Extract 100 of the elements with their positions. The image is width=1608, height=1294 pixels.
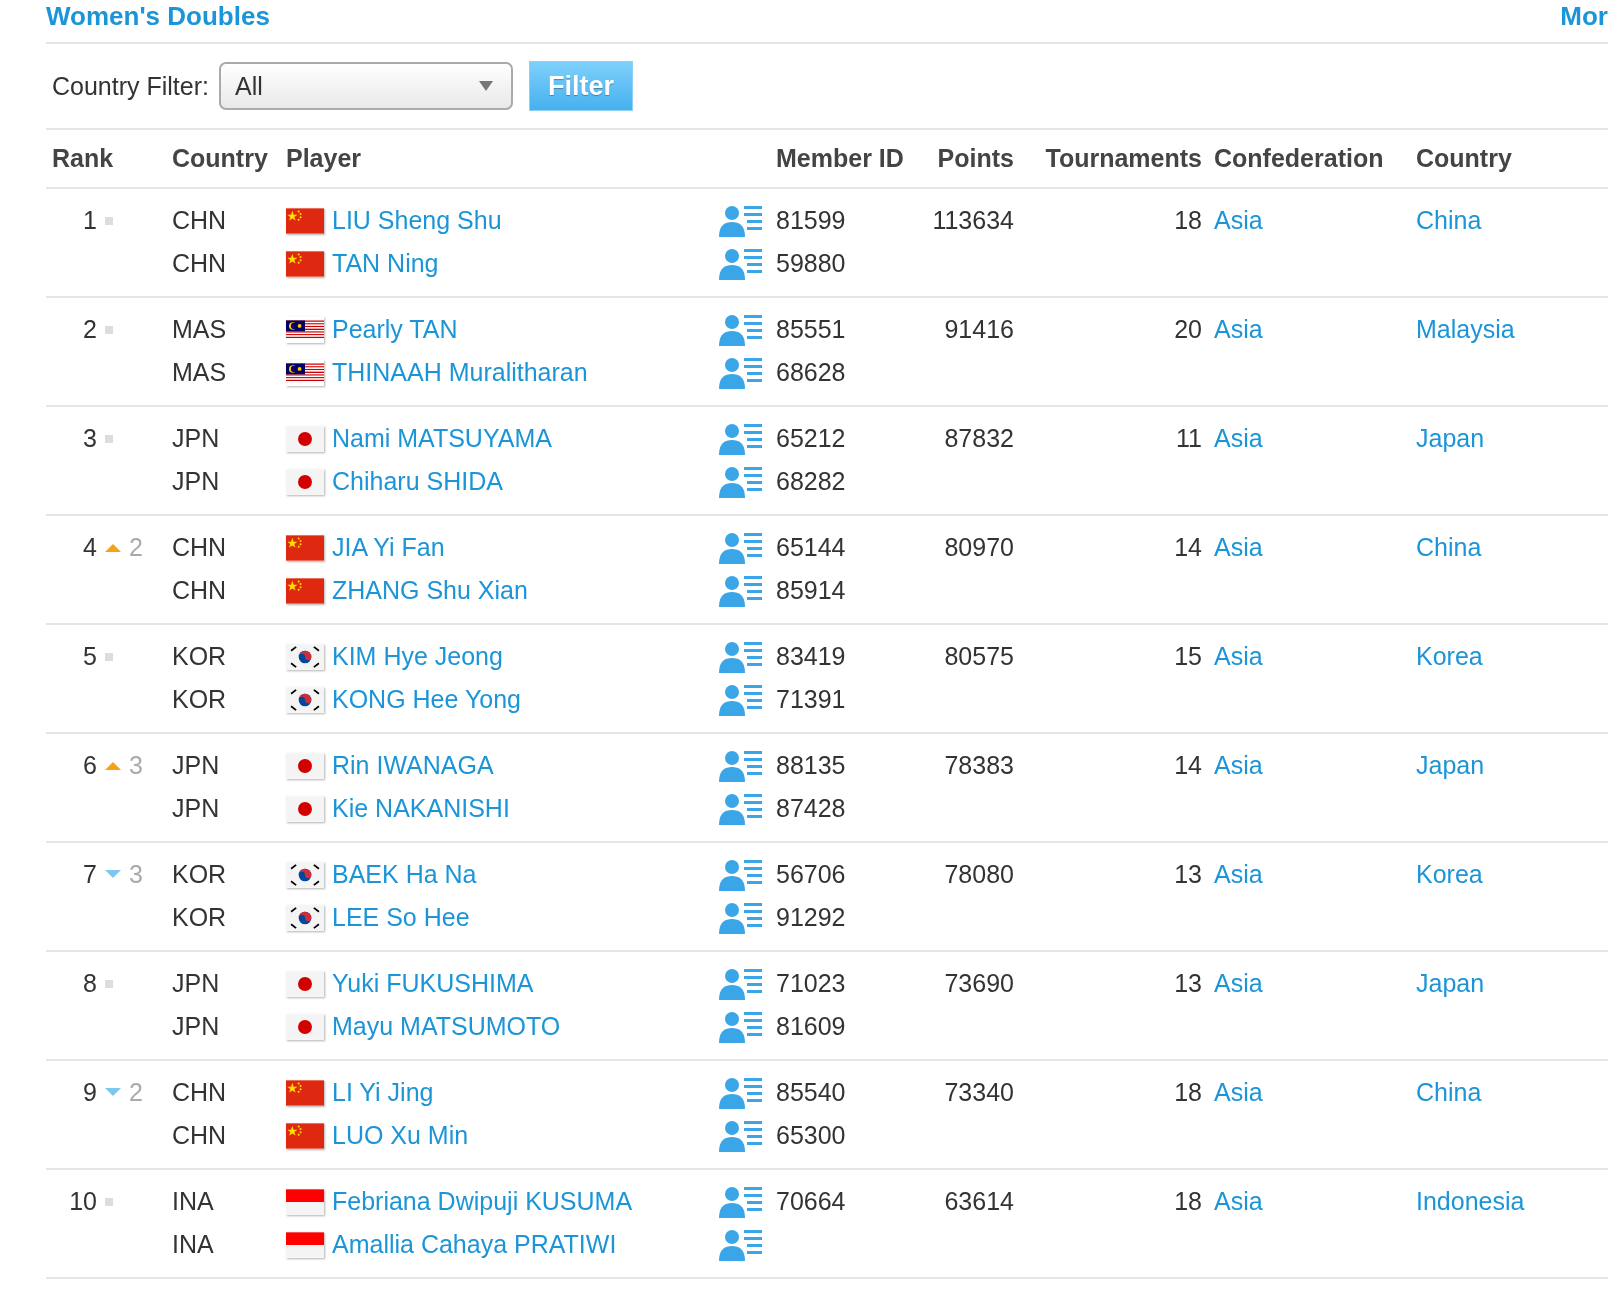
japan-flag-icon [286, 752, 324, 779]
column-header: Country [1415, 144, 1513, 173]
column-header: Member ID [775, 144, 905, 173]
player-link[interactable]: LEE So Hee [332, 903, 470, 932]
member-id: 70664 [776, 1187, 846, 1216]
confederation-link[interactable]: Asia [1214, 206, 1263, 235]
column-header: Player [285, 144, 363, 173]
country-code: MAS [172, 315, 227, 344]
column-header: Country [171, 144, 269, 173]
confederation-link[interactable]: Asia [1214, 642, 1263, 671]
country-code: KOR [172, 685, 227, 714]
points: 78080 [944, 860, 1014, 889]
player-link[interactable]: JIA Yi Fan [332, 533, 445, 562]
member-id: 83419 [776, 642, 846, 671]
member-id: 71023 [776, 969, 846, 998]
country-code: JPN [172, 794, 220, 823]
country-code: JPN [172, 751, 220, 780]
member-id: 88135 [776, 751, 846, 780]
japan-flag-icon [286, 1013, 324, 1040]
country-link[interactable]: Malaysia [1416, 315, 1515, 344]
rank-change: 3 [129, 751, 143, 780]
tournament-count: 20 [1174, 315, 1202, 344]
country-link[interactable]: Japan [1416, 751, 1485, 780]
points: 91416 [944, 315, 1014, 344]
korea-flag-icon [286, 904, 324, 931]
player-link[interactable]: Rin IWANAGA [332, 751, 494, 780]
tournament-count: 18 [1174, 1187, 1202, 1216]
rank-number: 6 [82, 751, 97, 780]
player-link[interactable]: Febriana Dwipuji KUSUMA [332, 1187, 633, 1216]
player-link[interactable]: LI Yi Jing [332, 1078, 434, 1107]
confederation-link[interactable]: Asia [1214, 1078, 1263, 1107]
player-link[interactable]: Amallia Cahaya PRATIWI [332, 1230, 617, 1259]
player-link[interactable]: LIU Sheng Shu [332, 206, 502, 235]
country-link[interactable]: Japan [1416, 969, 1485, 998]
country-code: MAS [172, 358, 227, 387]
indonesia-flag-icon [286, 1188, 324, 1215]
section-title[interactable]: Women's Doubles [46, 0, 270, 32]
country-link[interactable]: Indonesia [1416, 1187, 1525, 1216]
points: 73690 [944, 969, 1014, 998]
player-link[interactable]: THINAAH Muralitharan [332, 358, 588, 387]
country-select[interactable]: All [219, 62, 513, 110]
player-link[interactable]: KIM Hye Jeong [332, 642, 503, 671]
player-link[interactable]: Nami MATSUYAMA [332, 424, 552, 453]
player-link[interactable]: Pearly TAN [332, 315, 458, 344]
player-link[interactable]: TAN Ning [332, 249, 439, 278]
confederation-link[interactable]: Asia [1214, 315, 1263, 344]
country-link[interactable]: China [1416, 1078, 1482, 1107]
country-link[interactable]: Korea [1416, 860, 1483, 889]
country-code: CHN [172, 533, 227, 562]
filter-label: Country Filter: [52, 71, 209, 101]
filter-button[interactable]: Filter [529, 61, 633, 111]
member-id: 65300 [776, 1121, 846, 1150]
player-link[interactable]: Yuki FUKUSHIMA [332, 969, 534, 998]
china-flag-icon [286, 577, 324, 604]
confederation-link[interactable]: Asia [1214, 751, 1263, 780]
player-link[interactable]: Chiharu SHIDA [332, 467, 503, 496]
column-header: Rank [51, 144, 115, 173]
country-code: CHN [172, 1121, 227, 1150]
column-header: Confederation [1213, 144, 1385, 173]
country-link[interactable]: Japan [1416, 424, 1485, 453]
player-link[interactable]: KONG Hee Yong [332, 685, 521, 714]
player-link[interactable]: BAEK Ha Na [332, 860, 477, 889]
country-link[interactable]: Korea [1416, 642, 1483, 671]
confederation-link[interactable]: Asia [1214, 424, 1263, 453]
korea-flag-icon [286, 643, 324, 670]
country-code: CHN [172, 576, 227, 605]
player-link[interactable]: LUO Xu Min [332, 1121, 469, 1150]
column-header: Points [936, 144, 1015, 173]
member-id: 85914 [776, 576, 846, 605]
points: 73340 [944, 1078, 1014, 1107]
rank-number: 2 [82, 315, 97, 344]
tournament-count: 18 [1174, 206, 1202, 235]
tournament-count: 18 [1174, 1078, 1202, 1107]
member-id: 85540 [776, 1078, 846, 1107]
confederation-link[interactable]: Asia [1214, 969, 1263, 998]
korea-flag-icon [286, 686, 324, 713]
china-flag-icon [286, 534, 324, 561]
country-link[interactable]: China [1416, 206, 1482, 235]
rank-number: 3 [82, 424, 97, 453]
player-link[interactable]: Mayu MATSUMOTO [332, 1012, 561, 1041]
rank-number: 8 [82, 969, 97, 998]
rank-change: 2 [129, 1078, 143, 1107]
points: 78383 [944, 751, 1014, 780]
player-link[interactable]: ZHANG Shu Xian [332, 576, 528, 605]
japan-flag-icon [286, 425, 324, 452]
confederation-link[interactable]: Asia [1214, 1187, 1263, 1216]
country-code: CHN [172, 249, 227, 278]
rank-change: 2 [129, 533, 143, 562]
country-link[interactable]: China [1416, 533, 1482, 562]
points: 80575 [944, 642, 1014, 671]
player-link[interactable]: Kie NAKANISHI [332, 794, 510, 823]
member-id: 65144 [776, 533, 846, 562]
confederation-link[interactable]: Asia [1214, 860, 1263, 889]
china-flag-icon [286, 1122, 324, 1149]
tournament-count: 14 [1174, 533, 1202, 562]
points: 113634 [932, 206, 1014, 235]
country-code: KOR [172, 860, 227, 889]
more-link[interactable]: Mor [1560, 0, 1608, 32]
member-id: 56706 [776, 860, 846, 889]
confederation-link[interactable]: Asia [1214, 533, 1263, 562]
